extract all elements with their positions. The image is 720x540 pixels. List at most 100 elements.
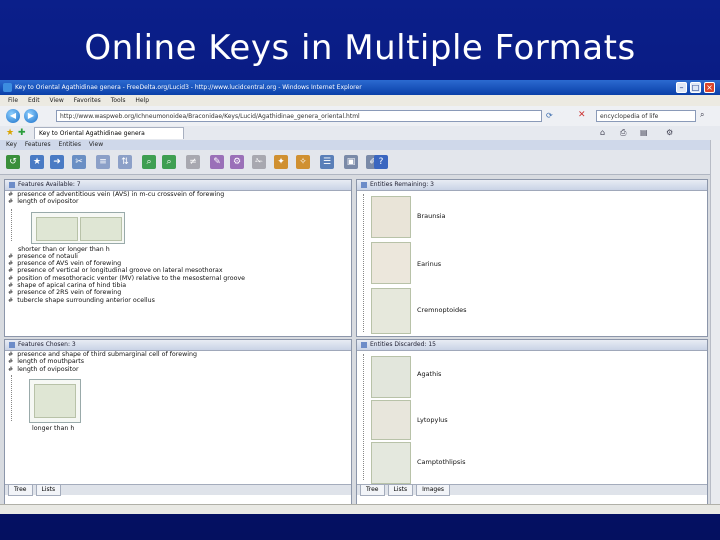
ovipositor-image-1[interactable] <box>36 216 78 241</box>
chosen-image-box[interactable] <box>29 378 81 423</box>
slide-title: Online Keys in Multiple Formats <box>84 28 636 68</box>
search-icon[interactable]: ⌕ <box>700 110 710 120</box>
page-scrollbar[interactable] <box>710 140 720 514</box>
minimize-button[interactable]: – <box>676 82 687 93</box>
help-icon[interactable]: ? <box>374 155 388 169</box>
chosen-feature-item[interactable]: # length of ovipositor <box>5 366 351 373</box>
cut-icon[interactable]: ✁ <box>252 155 266 169</box>
menu-edit[interactable]: Edit <box>28 97 40 104</box>
feature-item[interactable]: # presence of AVS vein of forewing <box>5 260 351 267</box>
ie-icon <box>3 83 12 92</box>
tools-menu-icon[interactable]: ⚙ <box>666 126 673 140</box>
settings-icon[interactable]: ⚙ <box>230 155 244 169</box>
tree-connector <box>363 354 365 480</box>
refresh-icon[interactable]: ⟳ <box>546 111 554 121</box>
feature-item[interactable]: # presence of adventitious vein (AVS) in … <box>5 191 351 198</box>
page-menu-icon[interactable]: ▤ <box>640 126 648 140</box>
browser-tab[interactable]: Key to Oriental Agathidinae genera <box>34 127 184 139</box>
back-button[interactable]: ◀ <box>6 109 20 123</box>
list-icon[interactable]: ≡ <box>96 155 110 169</box>
browser-titlebar: Key to Oriental Agathidinae genera - Fre… <box>0 80 720 95</box>
feature-item[interactable]: # presence of vertical or longitudinal gr… <box>5 267 351 274</box>
best-feature-icon[interactable]: ★ <box>30 155 44 169</box>
entity-image-agathis[interactable] <box>371 356 411 398</box>
tab-tree-left[interactable]: Tree <box>8 485 33 496</box>
features-available-pane: Features Available: 7 # presence of adven… <box>4 179 352 337</box>
highlight-icon[interactable]: ✧ <box>296 155 310 169</box>
feature-state[interactable]: shorter than or longer than h <box>5 246 351 253</box>
find-feature-icon[interactable]: ⌕ <box>162 155 176 169</box>
menu-favorites[interactable]: Favorites <box>74 97 101 104</box>
entity-name[interactable]: Braunsia <box>417 212 446 220</box>
sort-icon[interactable]: ⇅ <box>118 155 132 169</box>
tab-tree-right[interactable]: Tree <box>360 485 385 496</box>
tools-icon[interactable]: ✎ <box>210 155 224 169</box>
tree-connector <box>363 194 365 332</box>
next-feature-icon[interactable]: ➜ <box>50 155 64 169</box>
chosen-figure-area <box>5 373 351 425</box>
menu-help[interactable]: Help <box>135 97 149 104</box>
feature-image-box[interactable] <box>31 211 125 244</box>
forward-button[interactable]: ▶ <box>24 109 38 123</box>
entity-image-camptothlipsis[interactable] <box>371 442 411 484</box>
entity-image-braunsia[interactable] <box>371 196 411 238</box>
similarities-icon[interactable]: ✦ <box>274 155 288 169</box>
entities-discarded-header: Entities Discarded: 15 <box>357 340 707 351</box>
maximize-button[interactable]: □ <box>690 82 701 93</box>
entity-name[interactable]: Cremnoptoides <box>417 306 466 314</box>
differences-icon[interactable]: ≠ <box>186 155 200 169</box>
menu-file[interactable]: File <box>8 97 18 104</box>
image-icon[interactable]: ▣ <box>344 155 358 169</box>
print-icon[interactable]: ⎙ <box>620 126 626 140</box>
menu-tools[interactable]: Tools <box>111 97 126 104</box>
browser-window: Key to Oriental Agathidinae genera - Fre… <box>0 80 720 514</box>
entity-name[interactable]: Agathis <box>417 370 441 378</box>
home-icon[interactable]: ⌂ <box>600 126 605 140</box>
key-menubar: Key Features Entities View <box>0 140 710 150</box>
stop-icon[interactable]: ✕ <box>578 110 588 120</box>
feature-item[interactable]: # length of ovipositor <box>5 198 351 205</box>
entity-image-earinus[interactable] <box>371 242 411 284</box>
favorites-star-icon[interactable]: ★ <box>6 126 14 140</box>
pane-icon <box>361 181 367 188</box>
pane-icon <box>361 341 367 348</box>
entity-name[interactable]: Earinus <box>417 260 441 268</box>
favorites-bar: ★ ✚ Key to Oriental Agathidinae genera ⌂… <box>0 126 720 140</box>
menu-entities[interactable]: Entities <box>59 141 81 148</box>
address-toolbar: ◀ ▶ http://www.waspweb.org/Ichneumonoide… <box>0 106 720 127</box>
add-favorite-icon[interactable]: ✚ <box>18 126 26 140</box>
expand-icon[interactable]: ☰ <box>320 155 334 169</box>
close-button[interactable]: × <box>704 82 715 93</box>
features-available-header: Features Available: 7 <box>5 180 351 191</box>
entities-remaining-header: Entities Remaining: 3 <box>357 180 707 191</box>
chosen-feature-item[interactable]: # length of mouthparts <box>5 358 351 365</box>
menu-key[interactable]: Key <box>6 141 17 148</box>
search-input[interactable]: encyclopedia of life <box>596 110 696 122</box>
prune-icon[interactable]: ✂ <box>72 155 86 169</box>
entity-image-cremnoptoides[interactable] <box>371 288 411 334</box>
chosen-feature-state[interactable]: longer than h <box>5 425 351 432</box>
menu-features[interactable]: Features <box>25 141 51 148</box>
find-entity-icon[interactable]: ⌕ <box>142 155 156 169</box>
feature-item[interactable]: # presence of notauli <box>5 253 351 260</box>
menu-view[interactable]: View <box>50 97 64 104</box>
ovipositor-image-3[interactable] <box>34 383 76 418</box>
feature-figure-area <box>5 206 351 246</box>
entity-name[interactable]: Camptothlipsis <box>417 458 466 466</box>
feature-item[interactable]: # tubercle shape surrounding anterior oce… <box>5 297 351 304</box>
address-input[interactable]: http://www.waspweb.org/Ichneumonoidea/Br… <box>56 110 542 122</box>
entity-name[interactable]: Lytopylus <box>417 416 448 424</box>
key-toolbar: ↺ ★ ➜ ✂ ≡ ⇅ ⌕ ⌕ ≠ ✎ ⚙ ✁ ✦ ✧ ☰ ▣ ✐ ? <box>0 150 710 175</box>
window-title: Key to Oriental Agathidinae genera - Fre… <box>15 84 362 91</box>
menu-view-key[interactable]: View <box>89 141 103 148</box>
entity-image-lytopylus[interactable] <box>371 400 411 440</box>
tab-lists-right[interactable]: Lists <box>387 485 414 496</box>
feature-item[interactable]: # shape of apical carina of hind tibia <box>5 282 351 289</box>
restart-icon[interactable]: ↺ <box>6 155 20 169</box>
tab-lists-left[interactable]: Lists <box>35 485 62 496</box>
ovipositor-image-2[interactable] <box>80 216 122 241</box>
feature-item[interactable]: # presence of 2RS vein of forewing <box>5 289 351 296</box>
feature-item[interactable]: # position of mesothoracic venter (MV) re… <box>5 275 351 282</box>
tab-images-right[interactable]: Images <box>416 485 451 496</box>
chosen-feature-item[interactable]: # presence and shape of third submarginal… <box>5 351 351 358</box>
